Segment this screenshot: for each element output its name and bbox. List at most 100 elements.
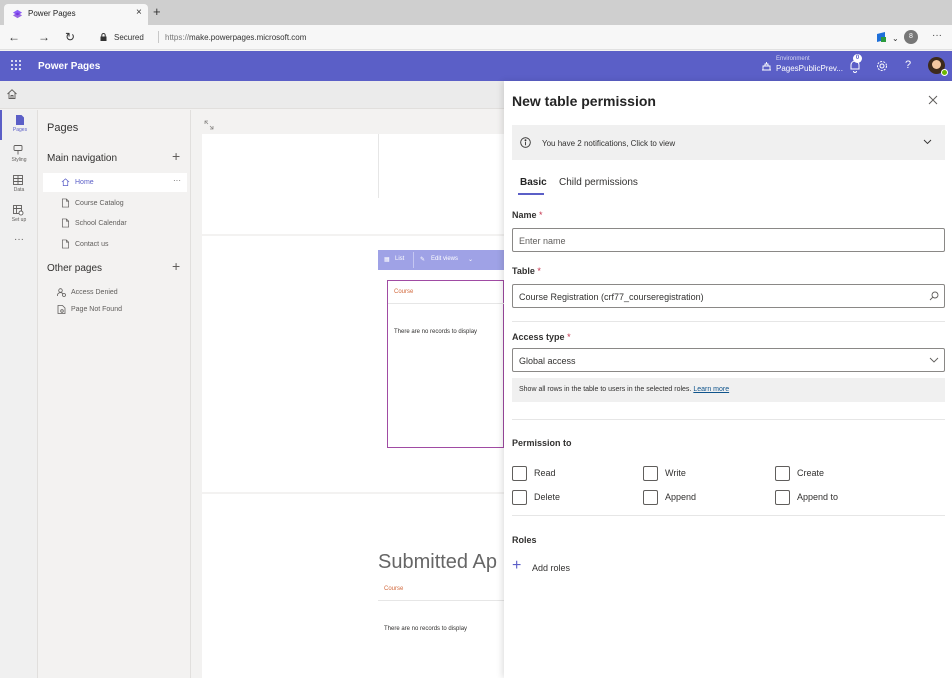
section-divider [512, 419, 945, 420]
table-lookup-field[interactable]: Course Registration (crf77_courseregistr… [512, 284, 945, 308]
chevron-down-icon[interactable] [923, 139, 932, 145]
nav-item-page-not-found[interactable]: Page Not Found [43, 302, 187, 318]
table-label: Table * [512, 266, 541, 276]
rail-item-label: Set up [11, 217, 27, 223]
learn-more-link[interactable]: Learn more [693, 386, 729, 393]
browser-tab-bar: Power Pages × + [0, 0, 952, 25]
toolbar-divider [413, 252, 414, 268]
add-main-navigation-page-button[interactable]: + [172, 148, 180, 164]
submitted-heading: Submitted Ap [378, 551, 497, 573]
notifications-text: You have 2 notifications, Click to view [542, 139, 676, 148]
create-checkbox[interactable]: Create [775, 466, 895, 482]
section-divider [512, 515, 945, 516]
canvas-column [378, 134, 504, 198]
rail-item-label: Data [13, 187, 25, 193]
add-roles-label: Add roles [532, 563, 571, 573]
edit-views-button[interactable]: Edit views [431, 256, 458, 262]
write-checkbox[interactable]: Write [643, 466, 763, 482]
nav-item-home[interactable]: Home ··· [43, 173, 187, 192]
other-pages-label: Other pages [47, 263, 103, 274]
url-field[interactable]: https://make.powerpages.microsoft.com [165, 33, 306, 42]
refresh-icon[interactable]: ↻ [65, 30, 75, 44]
checkbox-box[interactable] [512, 466, 527, 481]
no-records-message: There are no records to display [384, 626, 468, 632]
rail-item-label: Styling [11, 157, 27, 163]
forward-icon[interactable]: → [38, 30, 50, 44]
checkbox-label: Append [665, 492, 697, 502]
main-navigation-label: Main navigation [47, 153, 118, 164]
permission-to-heading: Permission to [512, 438, 572, 448]
section-divider [512, 321, 945, 322]
rail-item-more[interactable]: ··· [0, 234, 38, 264]
app-launcher-icon[interactable] [10, 59, 22, 71]
nav-item-access-denied[interactable]: Access Denied [43, 285, 187, 301]
browser-tab[interactable]: Power Pages × [4, 4, 148, 25]
list-column-header[interactable]: Course [394, 289, 413, 295]
notifications-bar[interactable]: You have 2 notifications, Click to view [512, 125, 945, 160]
setup-icon [13, 205, 24, 216]
checkbox-box[interactable] [775, 490, 790, 505]
checkbox-box[interactable] [643, 490, 658, 505]
page-icon [61, 218, 70, 228]
tab-basic[interactable]: Basic [520, 177, 547, 188]
checkbox-box[interactable] [775, 466, 790, 481]
delete-checkbox[interactable]: Delete [512, 490, 632, 506]
close-icon[interactable] [928, 95, 938, 105]
list-column-header[interactable]: Course [384, 586, 403, 592]
search-icon[interactable] [929, 291, 939, 301]
environment-name[interactable]: PagesPublicPrev... [776, 64, 843, 73]
checkbox-box[interactable] [512, 490, 527, 505]
nav-item-label: Access Denied [71, 289, 118, 296]
rail-item-setup[interactable]: Set up [0, 200, 38, 230]
nav-item-course-catalog[interactable]: Course Catalog [43, 194, 187, 213]
checkbox-label: Create [797, 468, 825, 478]
page-more-options-icon[interactable]: ··· [173, 176, 181, 185]
checkbox-box[interactable] [643, 466, 658, 481]
name-field[interactable]: Enter name [512, 228, 945, 252]
nav-item-contact-us[interactable]: Contact us [43, 235, 187, 254]
rail-item-pages[interactable]: Pages [0, 110, 38, 140]
new-tab-button[interactable]: + [153, 4, 161, 19]
panel-title: New table permission [512, 93, 656, 109]
read-checkbox[interactable]: Read [512, 466, 632, 482]
back-icon[interactable]: ← [8, 30, 20, 44]
help-icon[interactable]: ? [905, 59, 911, 71]
append-to-checkbox[interactable]: Append to [775, 490, 895, 506]
list-component[interactable]: Course There are no records to display [387, 280, 504, 448]
tab-child-permissions[interactable]: Child permissions [559, 177, 638, 188]
append-checkbox[interactable]: Append [643, 490, 763, 506]
home-icon [61, 178, 70, 186]
rail-item-data[interactable]: Data [0, 170, 38, 200]
rail-item-styling[interactable]: Styling [0, 140, 38, 170]
page-canvas: ▦ List ✎ Edit views ⌄ Course There are n… [192, 110, 504, 678]
table-icon [13, 175, 23, 185]
list-component-2[interactable]: Course There are no records to display [378, 577, 504, 678]
url-protocol: https:// [165, 33, 190, 42]
access-type-value: Global access [519, 356, 576, 366]
close-tab-icon[interactable]: × [136, 7, 142, 18]
nav-item-school-calendar[interactable]: School Calendar [43, 214, 187, 233]
app-name[interactable]: Power Pages [38, 61, 100, 72]
left-rail: Pages Styling Data Set up ··· [0, 110, 38, 678]
page-icon [16, 115, 24, 125]
list-icon: ▦ [384, 257, 390, 263]
extension-dropdown-icon[interactable]: ⌄ [892, 32, 899, 46]
notification-badge: 0 [853, 54, 862, 63]
active-tab-indicator [518, 193, 544, 195]
access-denied-icon [57, 288, 66, 297]
profile-avatar[interactable]: 8 [904, 30, 918, 44]
expand-icon[interactable] [204, 120, 214, 130]
add-other-page-button[interactable]: + [172, 258, 180, 274]
home-icon[interactable] [6, 88, 18, 100]
page-icon [61, 198, 70, 208]
no-records-message: There are no records to display [394, 329, 478, 335]
page-not-found-icon [57, 305, 66, 314]
extension-icon[interactable] [875, 31, 887, 43]
list-button[interactable]: List [395, 256, 404, 262]
name-placeholder: Enter name [519, 236, 566, 246]
browser-menu-icon[interactable]: ··· [932, 30, 942, 41]
nav-item-label: Home [75, 179, 94, 186]
settings-gear-icon[interactable] [876, 60, 888, 72]
chevron-down-icon [929, 357, 939, 363]
access-type-select[interactable]: Global access [512, 348, 945, 372]
